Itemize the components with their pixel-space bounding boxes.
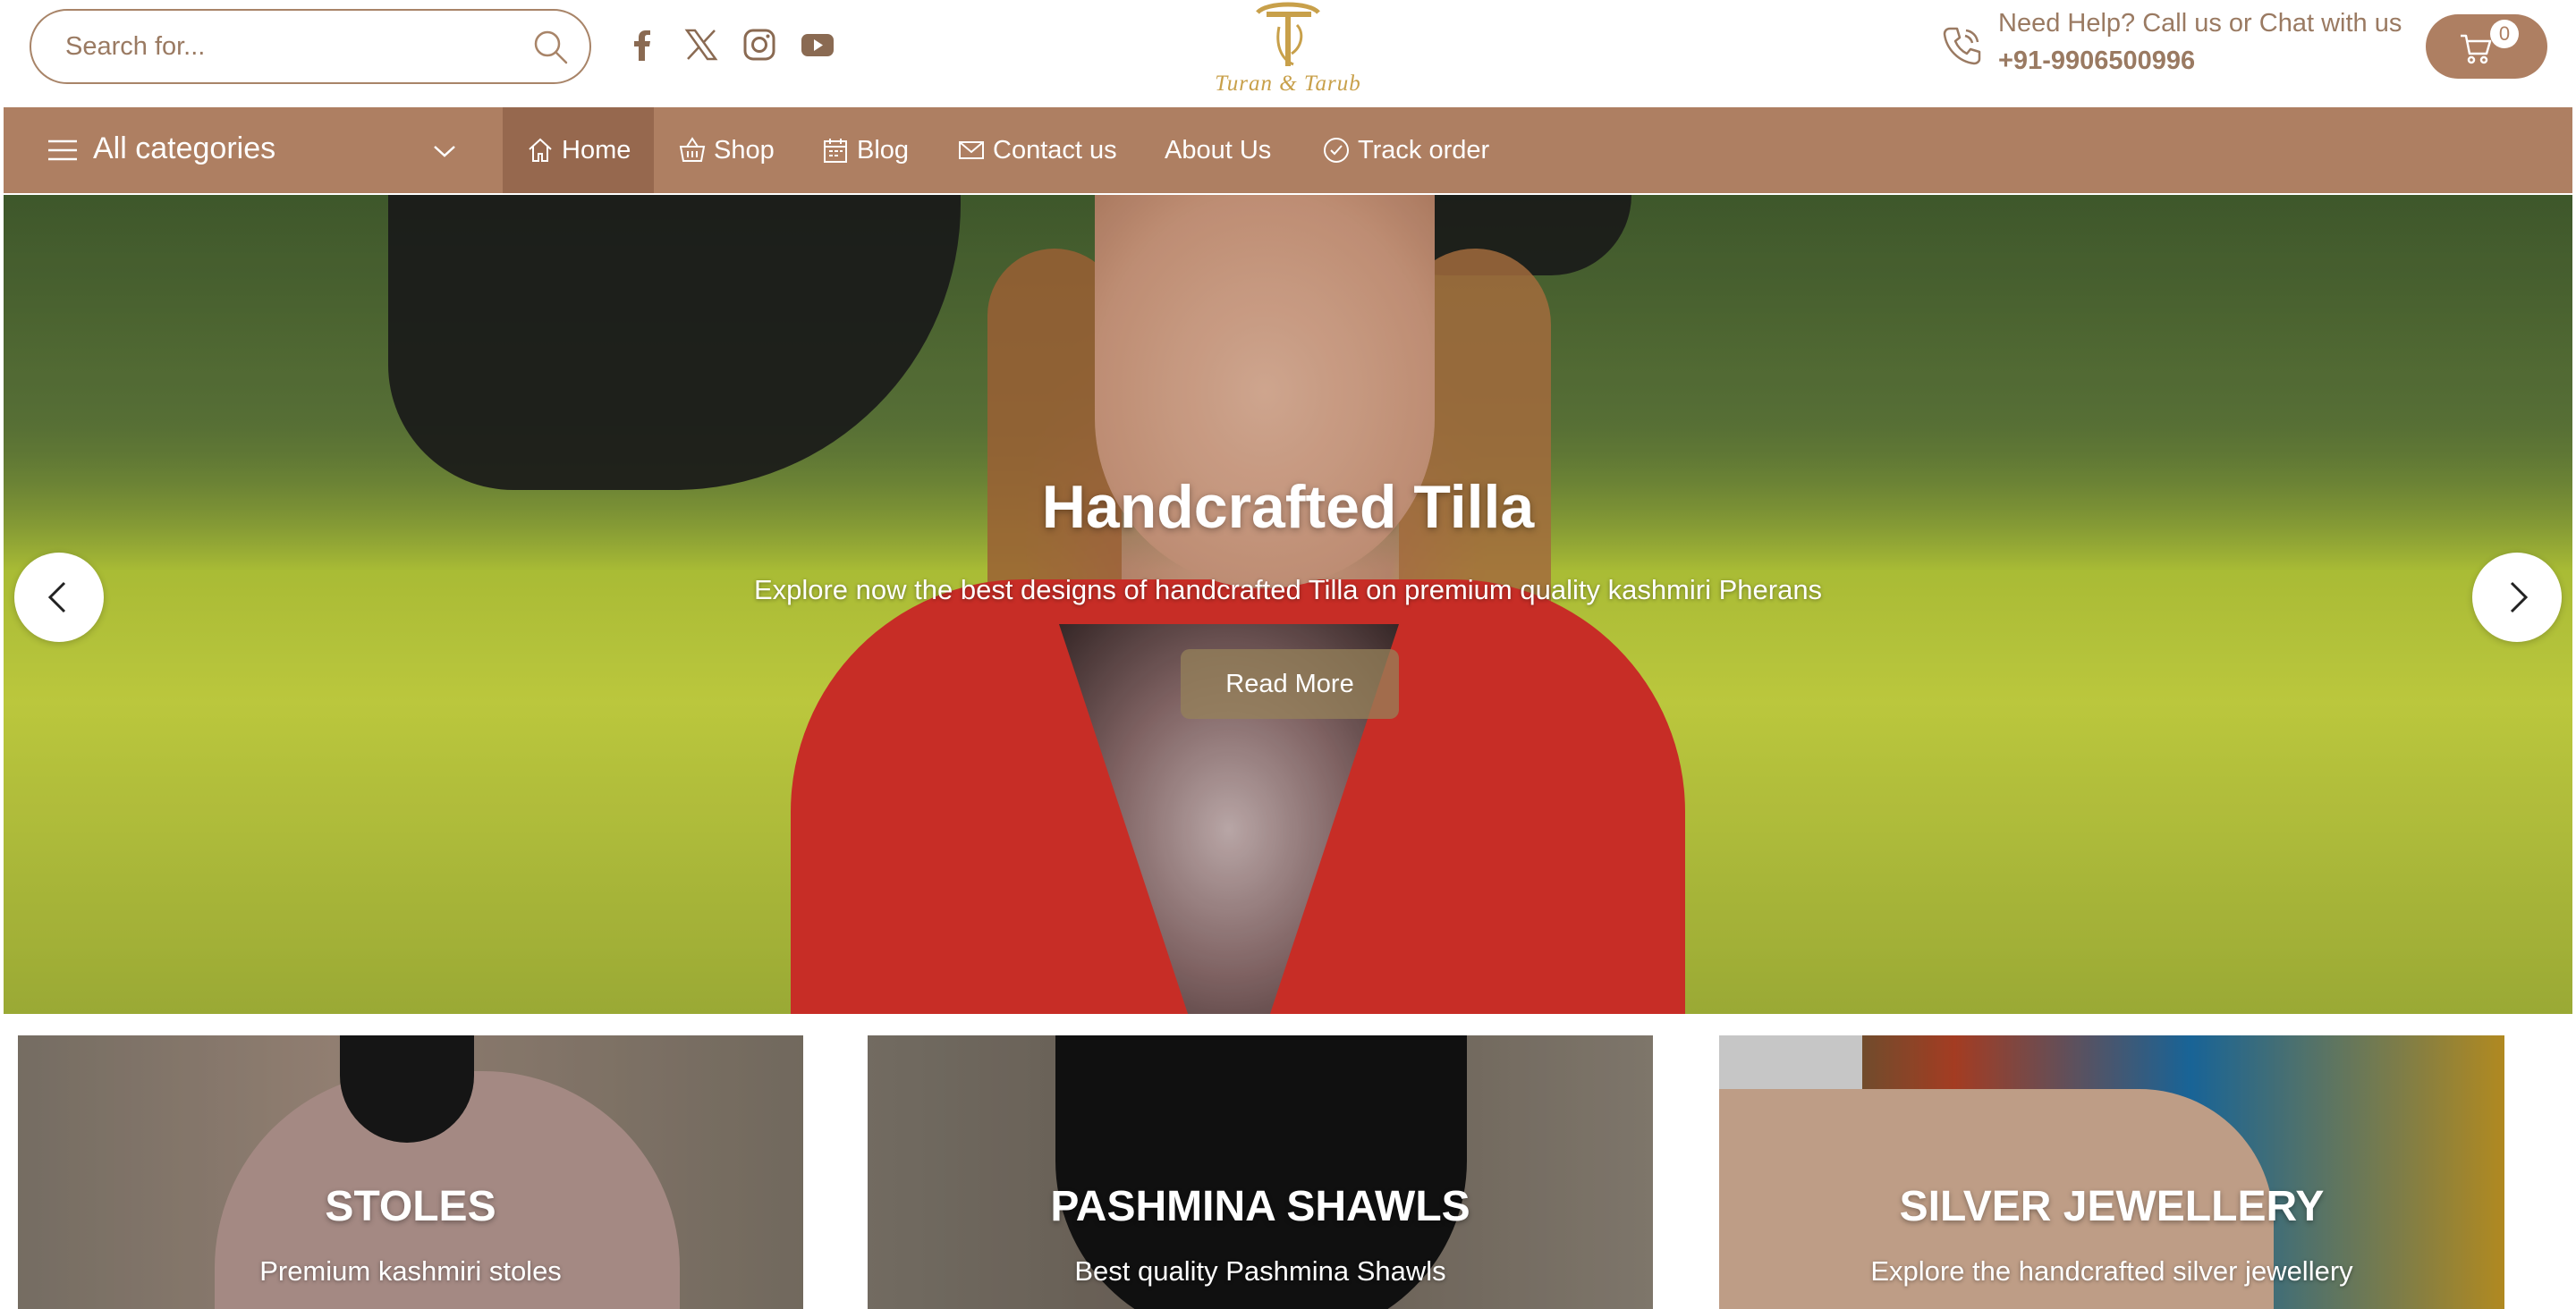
help-phone[interactable]: +91-9906500996 xyxy=(1998,46,2195,76)
site-logo[interactable]: Turan & Tarub xyxy=(1199,0,1377,102)
hero-subtitle: Explore now the best designs of handcraf… xyxy=(753,574,1823,605)
nav-contact-us[interactable]: Contact us xyxy=(957,107,1117,193)
category-title: SILVER JEWELLERY xyxy=(1899,1183,2325,1230)
category-title: PASHMINA SHAWLS xyxy=(1050,1183,1470,1230)
logo-monogram-icon xyxy=(1256,2,1320,66)
home-icon xyxy=(529,138,552,162)
nav-blog-label: Blog xyxy=(857,135,910,165)
calendar-icon xyxy=(824,139,847,163)
chevron-down-icon xyxy=(434,146,455,157)
cart-button[interactable]: 0 xyxy=(2426,14,2547,79)
category-card-stoles[interactable]: STOLES Premium kashmiri stoles xyxy=(18,1035,803,1309)
instagram-icon[interactable] xyxy=(738,23,781,66)
category-card-silver-jewellery[interactable]: SILVER JEWELLERY Explore the handcrafted… xyxy=(1719,1035,2504,1309)
search-box[interactable] xyxy=(30,9,591,84)
nav-track-order[interactable]: Track order xyxy=(1322,107,1489,193)
category-subtitle: Premium kashmiri stoles xyxy=(259,1255,562,1287)
youtube-icon[interactable] xyxy=(796,23,839,66)
cart-icon xyxy=(2461,34,2492,64)
logo-wordmark: Turan & Tarub xyxy=(1215,72,1361,96)
cart-count-badge: 0 xyxy=(2490,20,2519,48)
chevron-left-icon xyxy=(47,581,66,613)
mail-icon xyxy=(959,141,984,159)
nav-about-us[interactable]: About Us xyxy=(1165,107,1271,193)
nav-about-us-label: About Us xyxy=(1165,135,1272,165)
check-circle-icon xyxy=(1324,138,1349,163)
help-text: Need Help? Call us or Chat with us xyxy=(1998,9,2402,38)
nav-home-label: Home xyxy=(562,135,631,165)
slider-next-button[interactable] xyxy=(2472,553,2562,642)
all-categories-dropdown[interactable]: All categories xyxy=(4,107,478,193)
help-contact: Need Help? Call us or Chat with us +91-9… xyxy=(1932,5,2433,86)
menu-icon xyxy=(48,139,77,161)
facebook-icon[interactable] xyxy=(621,23,664,66)
slider-prev-button[interactable] xyxy=(14,553,104,642)
hero-slider: Handcrafted Tilla Explore now the best d… xyxy=(4,195,2572,1014)
category-subtitle: Best quality Pashmina Shawls xyxy=(1074,1255,1446,1287)
read-more-button[interactable]: Read More xyxy=(1181,649,1399,719)
category-card-pashmina-shawls[interactable]: PASHMINA SHAWLS Best quality Pashmina Sh… xyxy=(868,1035,1653,1309)
search-input[interactable] xyxy=(65,11,513,82)
phone-icon xyxy=(1943,27,1981,65)
category-title: STOLES xyxy=(325,1183,496,1230)
basket-icon xyxy=(679,137,706,162)
search-icon[interactable] xyxy=(530,27,570,66)
top-header: Turan & Tarub Need Help? Call us or Chat… xyxy=(0,0,2576,106)
nav-track-order-label: Track order xyxy=(1358,135,1490,165)
nav-shop[interactable]: Shop xyxy=(678,107,775,193)
nav-contact-us-label: Contact us xyxy=(993,135,1117,165)
all-categories-label: All categories xyxy=(93,131,276,165)
category-subtitle: Explore the handcrafted silver jewellery xyxy=(1870,1255,2353,1287)
main-navigation: All categories Home Shop Blog Contact us… xyxy=(4,107,2572,193)
chevron-right-icon xyxy=(2510,581,2529,613)
x-twitter-icon[interactable] xyxy=(680,23,723,66)
nav-home[interactable]: Home xyxy=(503,107,655,193)
hero-title: Handcrafted Tilla xyxy=(1041,473,1535,541)
nav-blog[interactable]: Blog xyxy=(821,107,909,193)
nav-shop-label: Shop xyxy=(714,135,775,165)
